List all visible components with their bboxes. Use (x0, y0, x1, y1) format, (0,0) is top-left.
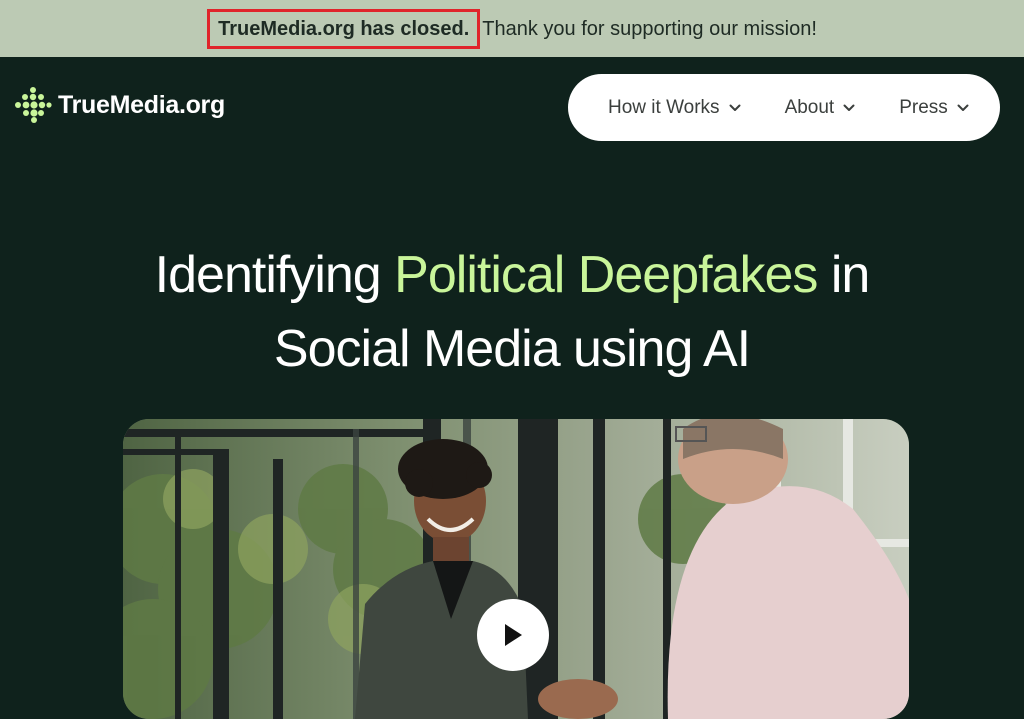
site-logo[interactable]: TrueMedia.org (14, 86, 225, 124)
announcement-banner: TrueMedia.org has closed. Thank you for … (0, 0, 1024, 57)
chevron-down-icon (957, 104, 969, 111)
nav-label: How it Works (608, 96, 720, 118)
logo-text: TrueMedia.org (58, 90, 225, 119)
nav-about[interactable]: About (785, 97, 856, 119)
nav-how-it-works[interactable]: How it Works (608, 97, 741, 119)
nav-label: About (784, 96, 835, 118)
hero-heading: Identifying Political Deepfakes in Socia… (0, 238, 1024, 386)
chevron-down-icon (843, 104, 855, 111)
hero-accent-text: Political Deepfakes (394, 246, 818, 304)
hero-line1-pre: Identifying (154, 246, 395, 304)
main-nav: How it Works About Press (568, 74, 1000, 141)
play-icon (505, 624, 522, 646)
chevron-down-icon (729, 104, 741, 111)
thanks-message: Thank you for supporting our mission! (482, 17, 817, 40)
video-player[interactable] (123, 419, 909, 719)
dots-diamond-icon (14, 86, 52, 124)
nav-label: Press (899, 96, 948, 118)
hero-line1-post: in (817, 246, 870, 304)
video-thumbnail (123, 419, 909, 719)
closed-notice: TrueMedia.org has closed. (207, 8, 481, 49)
hero-line2: Social Media using AI (273, 320, 751, 378)
nav-press[interactable]: Press (899, 97, 969, 119)
play-button[interactable] (477, 599, 549, 671)
